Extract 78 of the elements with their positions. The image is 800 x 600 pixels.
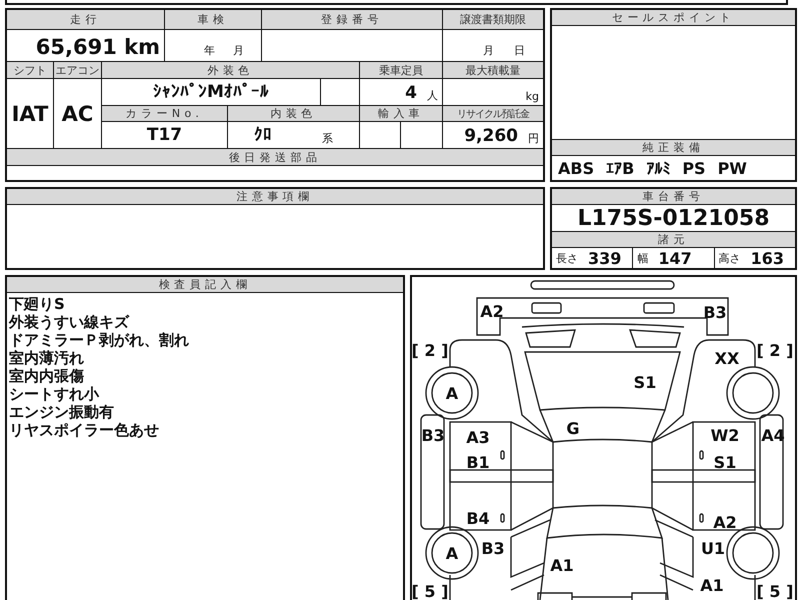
unit-label: 人 [427,88,438,103]
damage-code: [ 2 ] [756,341,794,360]
damage-code: A3 [466,428,490,447]
section-header: 車台番号 [552,189,795,204]
equipment-item: ｴｱB [606,158,634,178]
damage-code: B4 [466,509,490,528]
equipment-item: PW [718,158,747,178]
section-header: 検査員記入欄 [7,277,403,292]
table-cell: T17 [102,122,227,148]
damage-code: B3 [481,539,505,558]
interior-color-value: ｸﾛ [254,125,272,145]
column-header: カラーNo. [102,106,227,121]
column-header: 最大積載量 [443,62,543,78]
spec-value: 163 [750,248,784,268]
unit-label: 円 [528,131,539,146]
equipment-item: ｱﾙﾐ [646,158,670,178]
column-header: 乗車定員 [360,62,442,78]
section-header: 諸元 [552,232,795,247]
column-header: エアコン [54,62,101,78]
section-header: セールスポイント [552,10,795,25]
unit-label: 月 [483,43,494,58]
capacity-value: 4 [405,83,417,103]
damage-code: B1 [466,453,490,472]
column-header: 譲渡書類期限 [443,10,543,29]
section-header: 後日発送部品 [7,149,543,165]
damage-code: A1 [700,576,724,595]
spec-label: 幅 [637,250,648,266]
spec-label: 長さ [556,250,578,266]
damage-code: [ 5 ] [412,582,448,600]
unit-label: kg [526,90,539,103]
chassis-number: L175S-0121058 [552,205,795,231]
damage-code: [ 2 ] [412,341,448,360]
damage-code: A2 [480,302,504,321]
column-header: 輸入車 [360,106,442,121]
equipment-item: PS [682,158,706,178]
column-header: 内装色 [228,106,359,121]
column-header: リサイクル預託金 [443,106,543,121]
mileage-value: 65,691 km [36,35,160,59]
unit-label: 年 [204,43,215,58]
table-cell: IAT [7,79,53,148]
damage-code: S1 [634,373,656,392]
recycle-fee-value: 9,260 [464,126,518,146]
damage-code: G [566,419,580,438]
column-header: 車検 [165,10,261,29]
table-cell: ｼｬﾝﾊﾟﾝMｵﾊﾟｰﾙ [102,79,320,105]
column-header: シフト [7,62,53,78]
damage-code: B3 [703,303,727,322]
spec-value: 147 [658,248,692,268]
damage-code: B3 [421,426,445,445]
damage-code: A [446,544,458,563]
column-header: 外装色 [102,62,359,78]
section-header: 純正装備 [552,140,795,155]
damage-code: XX [714,349,740,368]
unit-label: 系 [322,131,333,146]
inspector-note: 下廻りS [9,295,65,313]
inspector-note: シートすれ小 [9,385,99,403]
table-cell: AC [54,79,101,148]
spec-value: 339 [588,248,622,268]
damage-code: A2 [713,513,737,532]
section-header: 注意事項欄 [7,189,543,204]
inspector-note: 室内薄汚れ [9,349,84,367]
inspector-note: 室内内張傷 [9,367,84,385]
equipment-item: ABS [558,158,594,178]
inspector-note: 外装うすい線キズ [9,313,129,331]
damage-code: S1 [714,453,736,472]
damage-code: A1 [550,556,574,575]
damage-code: [ 5 ] [756,582,794,600]
column-header: 走行 [7,10,164,29]
damage-code: A [446,384,458,403]
unit-label: 月 [233,43,244,58]
inspector-note: ドアミラーＰ剥がれ、割れ [9,331,189,349]
unit-label: 日 [514,43,525,58]
column-header: 登録番号 [262,10,442,29]
inspector-note: エンジン振動有 [9,403,114,421]
spec-label: 高さ [718,250,741,266]
damage-code: W2 [710,426,740,445]
damage-code: U1 [700,539,726,558]
inspector-note: リヤスポイラー色あせ [9,421,159,439]
